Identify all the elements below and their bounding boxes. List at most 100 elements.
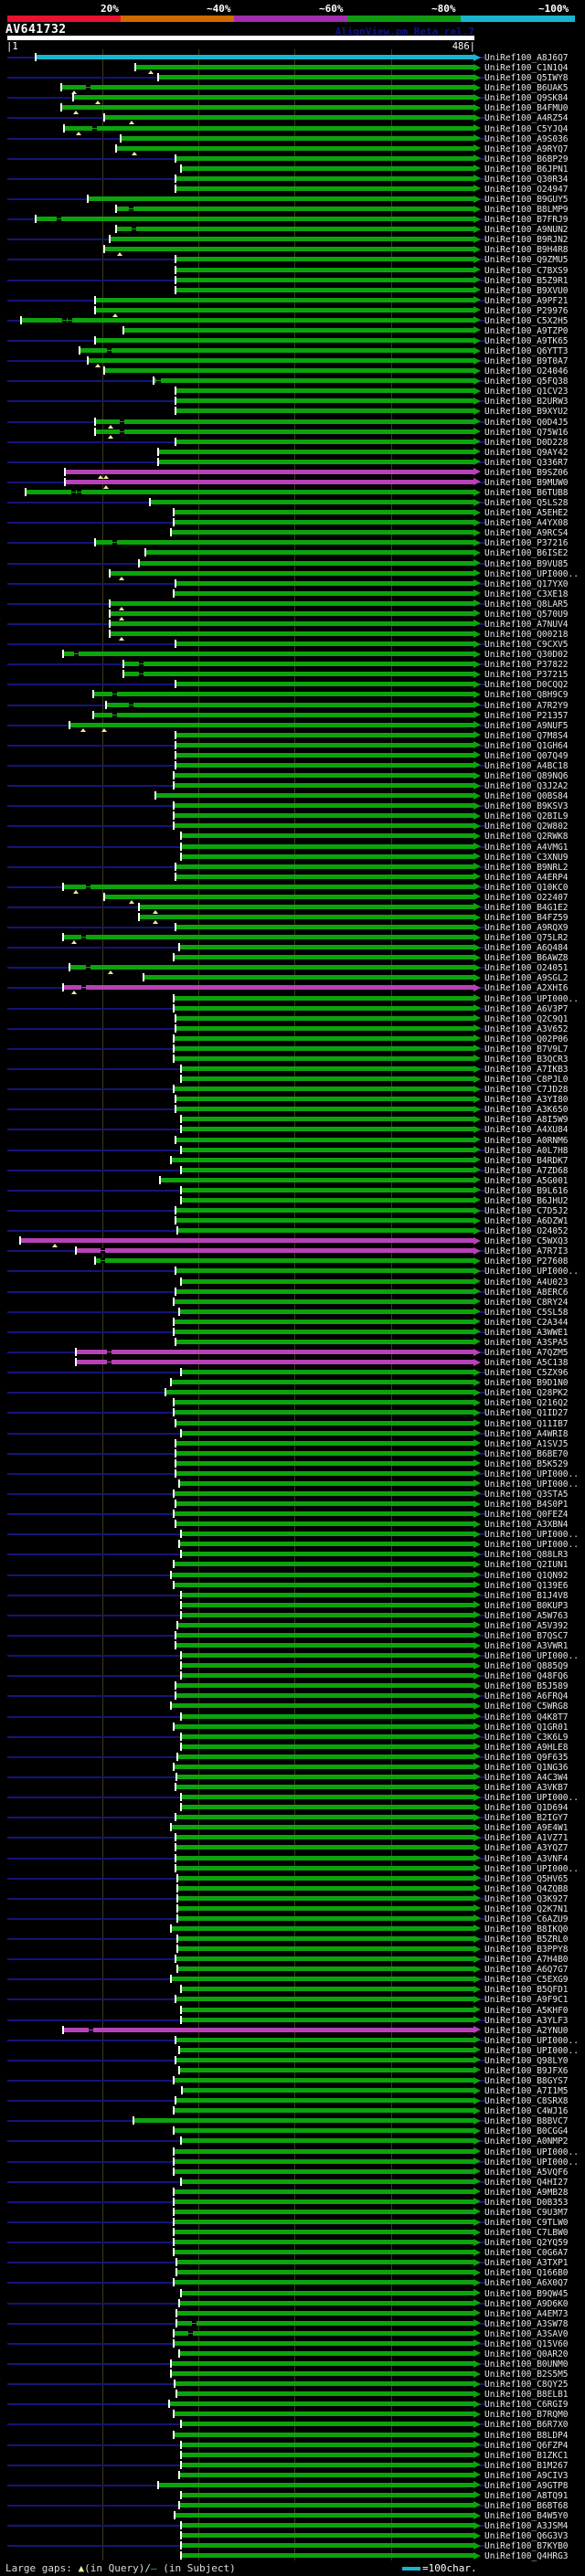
hit-label: UniRef100_A7ZD68 — [484, 1165, 569, 1176]
hit-label: UniRef100_B9SZ06 — [484, 467, 569, 478]
bar-arrowhead-icon — [473, 811, 481, 820]
alignment-row: UniRef100_B9XYU2 — [0, 407, 585, 417]
alignment-start-tick — [176, 1620, 179, 1629]
hit-bar — [182, 2088, 473, 2094]
alignment-start-tick — [172, 781, 175, 790]
alignment-start-tick — [71, 93, 74, 102]
hit-label: UniRef100_Q2C9Q1 — [484, 1013, 569, 1024]
alignment-row: UniRef100_UPI000.. — [0, 993, 585, 1004]
bar-arrowhead-icon — [473, 1581, 481, 1589]
hit-bar — [173, 1490, 473, 1496]
bar-arrowhead-icon — [473, 1753, 481, 1761]
subject-gap-mark — [80, 985, 86, 991]
alignment-row: UniRef100_A9RCS4 — [0, 528, 585, 538]
alignment-row: UniRef100_Q88LR3 — [0, 1550, 585, 1560]
hit-label: UniRef100_Q48FQ6 — [484, 1671, 569, 1682]
alignment-start-tick — [180, 852, 183, 861]
hit-label: UniRef100_UPI000.. — [484, 1468, 579, 1479]
bar-arrowhead-icon — [473, 2451, 481, 2459]
alignment-row: UniRef100_A1VZ71 — [0, 1833, 585, 1843]
alignment-start-tick — [175, 1843, 176, 1852]
gap-join-line — [71, 492, 77, 493]
hit-bar — [177, 1885, 473, 1891]
alignment-start-tick — [180, 1368, 183, 1377]
hit-label: UniRef100_C9U3M7 — [484, 2207, 569, 2218]
hit-label: UniRef100_B8GYS7 — [484, 2076, 569, 2086]
bar-arrowhead-icon — [473, 2006, 481, 2013]
hit-label: UniRef100_B6BT68 — [484, 2500, 569, 2511]
alignment-start-tick — [180, 1590, 183, 1599]
alignment-row: UniRef100_P37216 — [0, 538, 585, 548]
subject-gap-mark — [85, 965, 90, 970]
alignment-start-tick — [87, 195, 90, 203]
alignment-start-tick — [180, 1145, 183, 1154]
subject-gap-mark — [61, 317, 67, 323]
hit-bar — [173, 2209, 473, 2214]
alignment-row: UniRef100_B8BVC7 — [0, 2116, 585, 2126]
alignment-start-tick — [175, 1216, 176, 1224]
alignment-row: UniRef100_A9RQX9 — [0, 923, 585, 933]
alignment-start-tick — [172, 1317, 175, 1326]
alignment-start-tick — [69, 720, 71, 729]
bar-arrowhead-icon — [473, 1631, 481, 1639]
alignment-start-tick — [178, 943, 181, 952]
hit-label: UniRef100_Q6FZP4 — [484, 2440, 569, 2451]
hit-label: UniRef100_B4RDK7 — [484, 1155, 569, 1166]
bar-arrowhead-icon — [473, 1216, 481, 1224]
hit-label: UniRef100_B9VU85 — [484, 558, 569, 569]
hit-label: UniRef100_A8TQ91 — [484, 2490, 569, 2501]
hit-bar — [181, 1744, 473, 1749]
hit-bar — [109, 620, 473, 626]
gap-join-line — [74, 653, 80, 655]
subject-gap-mark — [107, 1360, 112, 1364]
bar-arrowhead-icon — [473, 973, 481, 981]
bar-arrowhead-icon — [473, 336, 481, 345]
alignment-start-tick — [180, 1165, 183, 1174]
bar-arrowhead-icon — [473, 1723, 481, 1730]
alignment-start-tick — [167, 2400, 170, 2409]
scale-bar-label: =100char. — [422, 2562, 477, 2574]
hit-bar — [173, 2230, 473, 2235]
bar-arrowhead-icon — [473, 1854, 481, 1861]
hit-label: UniRef100_C5YJQ4 — [484, 123, 569, 134]
alignment-start-tick — [174, 2380, 176, 2389]
alignment-row: UniRef100_A9D6K0 — [0, 2298, 585, 2309]
alignment-row: UniRef100_A7I1M5 — [0, 2086, 585, 2096]
hit-label: UniRef100_C5WRG8 — [484, 1701, 569, 1712]
alignment-start-tick — [180, 1732, 183, 1741]
bar-arrowhead-icon — [473, 1530, 481, 1538]
alignment-start-tick — [175, 750, 176, 759]
bar-arrowhead-icon — [473, 863, 481, 871]
alignment-start-tick — [172, 1297, 175, 1306]
alignment-start-tick — [175, 760, 176, 769]
hit-label: UniRef100_B4FZ59 — [484, 913, 569, 923]
alignment-start-tick — [176, 2318, 178, 2327]
hit-label: UniRef100_P29976 — [484, 305, 569, 316]
bar-arrowhead-icon — [473, 2400, 481, 2408]
bar-arrowhead-icon — [473, 983, 481, 991]
bar-arrowhead-icon — [473, 1641, 481, 1649]
hit-label: UniRef100_P21357 — [484, 710, 569, 721]
hit-label: UniRef100_B7V9L7 — [484, 1044, 569, 1055]
hit-label: UniRef100_B2S5M5 — [484, 2369, 569, 2380]
hit-bar — [177, 1905, 473, 1911]
bar-arrowhead-icon — [473, 2126, 481, 2135]
hit-label: UniRef100_P37216 — [484, 538, 569, 549]
bar-arrowhead-icon — [473, 1044, 481, 1053]
bar-arrowhead-icon — [473, 2238, 481, 2246]
bar-arrowhead-icon — [473, 2268, 481, 2276]
hit-label: UniRef100_B3QCR3 — [484, 1054, 569, 1065]
alignment-row: UniRef100_P37215 — [0, 670, 585, 680]
alignment-start-tick — [172, 2218, 175, 2226]
hit-label: UniRef100_P37822 — [484, 660, 569, 671]
alignment-row: UniRef100_A6DZW1 — [0, 1216, 585, 1226]
bar-arrowhead-icon — [473, 1328, 481, 1336]
alignment-start-tick — [180, 1610, 183, 1619]
hit-label: UniRef100_A3VWR1 — [484, 1641, 569, 1651]
hit-label: UniRef100_A3JSM4 — [484, 2521, 569, 2532]
hit-label: UniRef100_A4VMG1 — [484, 842, 569, 853]
alignment-row: UniRef100_C7D5J2 — [0, 1206, 585, 1216]
subject-gap-mark — [74, 652, 80, 657]
hit-label: UniRef100_Q28PK2 — [484, 1388, 569, 1399]
bar-arrowhead-icon — [473, 2106, 481, 2115]
